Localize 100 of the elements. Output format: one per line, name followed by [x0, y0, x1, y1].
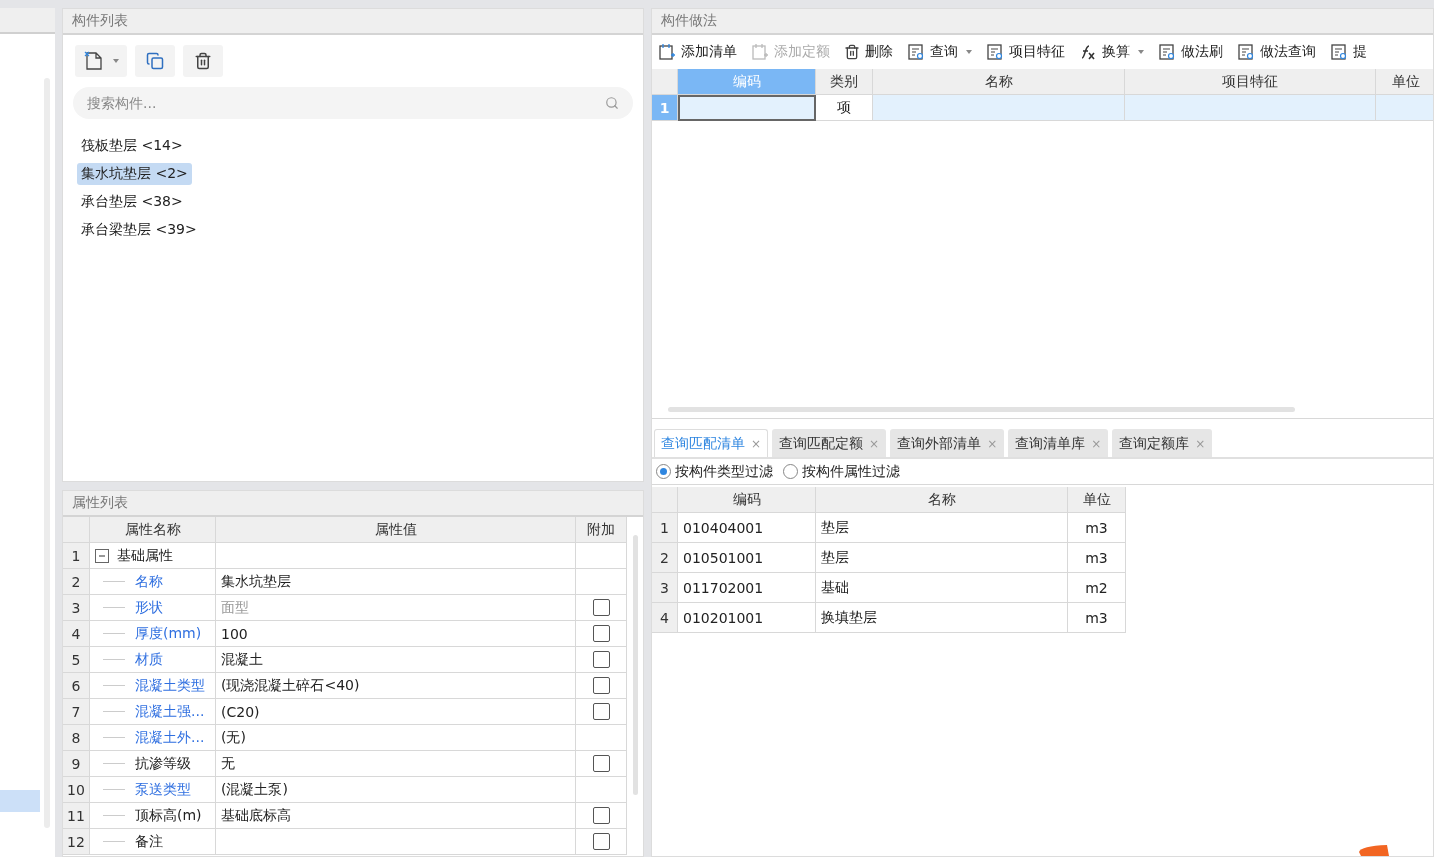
input-method-icon[interactable]	[1357, 844, 1391, 856]
query-tab[interactable]: 查询匹配清单 ×	[654, 429, 769, 457]
property-label: 顶标高(m)	[135, 806, 202, 825]
component-item[interactable]: 承台垫层 <38>	[77, 191, 187, 213]
name-cell[interactable]	[873, 95, 1125, 121]
toolbar-button[interactable]: 添加清单	[658, 43, 737, 61]
column-header[interactable]: 名称	[873, 69, 1125, 95]
query-tab[interactable]: 查询清单库 ×	[1008, 429, 1109, 457]
property-value[interactable]: (混凝土泵)	[216, 777, 576, 803]
property-value[interactable]: 100	[216, 621, 576, 647]
property-label: 厚度(mm)	[135, 624, 202, 643]
unit-cell: m3	[1068, 603, 1126, 633]
scrollbar[interactable]	[668, 407, 1295, 412]
component-item[interactable]: 承台梁垫层 <39>	[77, 219, 201, 241]
property-value[interactable]: (无)	[216, 725, 576, 751]
search-field[interactable]: 搜索构件...	[73, 87, 633, 119]
property-value[interactable]: (现浇混凝土碎石<40)	[216, 673, 576, 699]
column-header: 单位	[1068, 487, 1126, 513]
name-cell: 垫层	[816, 513, 1068, 543]
property-label: 备注	[135, 832, 163, 851]
radio-label: 按构件类型过滤	[675, 462, 773, 481]
checkbox[interactable]	[592, 703, 610, 720]
copy-button[interactable]	[135, 45, 175, 77]
column-header[interactable]: 单位	[1376, 69, 1433, 95]
property-value[interactable]: (C20)	[216, 699, 576, 725]
name-cell: 垫层	[816, 543, 1068, 573]
toolbar-button[interactable]: 查询	[907, 43, 972, 61]
column-header[interactable]: 类别	[816, 69, 873, 95]
function-icon	[1079, 44, 1097, 60]
row-number: 2	[652, 543, 678, 573]
checkbox[interactable]	[592, 833, 610, 850]
document-list-icon	[1237, 43, 1255, 61]
checkbox[interactable]	[592, 807, 610, 824]
column-header[interactable]: 项目特征	[1125, 69, 1376, 95]
row-number: 5	[63, 647, 90, 673]
panel-title: 构件做法	[661, 12, 717, 30]
caret-icon[interactable]	[966, 50, 972, 54]
toolbar-button[interactable]: 做法查询	[1237, 43, 1316, 61]
column-header: 属性值	[216, 517, 576, 543]
property-label: 名称	[135, 572, 163, 591]
trash-icon	[844, 44, 860, 60]
row-number: 1	[652, 513, 678, 543]
query-tab[interactable]: 查询匹配定额 ×	[772, 429, 887, 457]
toolbar-button[interactable]: 项目特征	[986, 43, 1065, 61]
unit-cell[interactable]	[1376, 95, 1433, 121]
component-item[interactable]: 集水坑垫层 <2>	[77, 163, 192, 185]
checkbox[interactable]	[592, 755, 610, 772]
property-label: 抗渗等级	[135, 754, 191, 773]
delete-button[interactable]	[183, 45, 223, 77]
code-cell[interactable]	[678, 95, 816, 121]
scrollbar[interactable]	[632, 535, 638, 795]
row-number: 7	[63, 699, 90, 725]
column-header: 附加	[576, 517, 627, 543]
new-document-icon	[83, 51, 104, 71]
copy-icon	[146, 52, 164, 70]
toolbar-button[interactable]: 换算	[1079, 43, 1144, 61]
toolbar-button[interactable]: 提	[1330, 43, 1367, 61]
add-document-icon	[751, 43, 769, 61]
feature-cell[interactable]	[1125, 95, 1376, 121]
property-label: 混凝土强...	[135, 702, 205, 721]
column-header: 属性名称	[90, 517, 216, 543]
row-number: 4	[63, 621, 90, 647]
row-number: 8	[63, 725, 90, 751]
collapse-icon[interactable]	[95, 548, 109, 563]
code-cell: 010501001	[678, 543, 816, 573]
checkbox[interactable]	[592, 651, 610, 668]
list-highlight	[0, 790, 40, 812]
row-number: 4	[652, 603, 678, 633]
code-cell: 010404001	[678, 513, 816, 543]
property-label: 材质	[135, 650, 163, 669]
caret-icon[interactable]	[1138, 50, 1144, 54]
code-cell: 010201001	[678, 603, 816, 633]
document-list-icon	[1330, 43, 1348, 61]
row-number: 1	[63, 543, 90, 569]
query-tab[interactable]: 查询定额库 ×	[1112, 429, 1213, 457]
name-cell: 换填垫层	[816, 603, 1068, 633]
property-value[interactable]: 基础底标高	[216, 803, 576, 829]
property-value[interactable]: 无	[216, 751, 576, 777]
code-cell: 011702001	[678, 573, 816, 603]
caret-icon	[112, 59, 119, 63]
query-tab[interactable]: 查询外部清单 ×	[890, 429, 1005, 457]
column-header: 名称	[816, 487, 1068, 513]
add-document-icon	[658, 43, 676, 61]
checkbox[interactable]	[592, 625, 610, 642]
toolbar-button[interactable]: 做法刷	[1158, 43, 1223, 61]
name-cell: 基础	[816, 573, 1068, 603]
column-header: 编码	[678, 487, 816, 513]
property-value[interactable]: 混凝土	[216, 647, 576, 673]
radio-label: 按构件属性过滤	[802, 462, 900, 481]
document-list-icon	[1158, 43, 1176, 61]
property-label: 混凝土外...	[135, 728, 205, 747]
row-number: 11	[63, 803, 90, 829]
trash-icon	[194, 52, 212, 70]
checkbox[interactable]	[592, 677, 610, 694]
property-label: 混凝土类型	[135, 676, 205, 695]
new-button[interactable]	[75, 45, 127, 77]
unit-cell: m3	[1068, 543, 1126, 573]
toolbar-button[interactable]: 删除	[844, 43, 893, 61]
property-value[interactable]: 集水坑垫层	[216, 569, 576, 595]
component-item[interactable]: 筏板垫层 <14>	[77, 135, 187, 157]
